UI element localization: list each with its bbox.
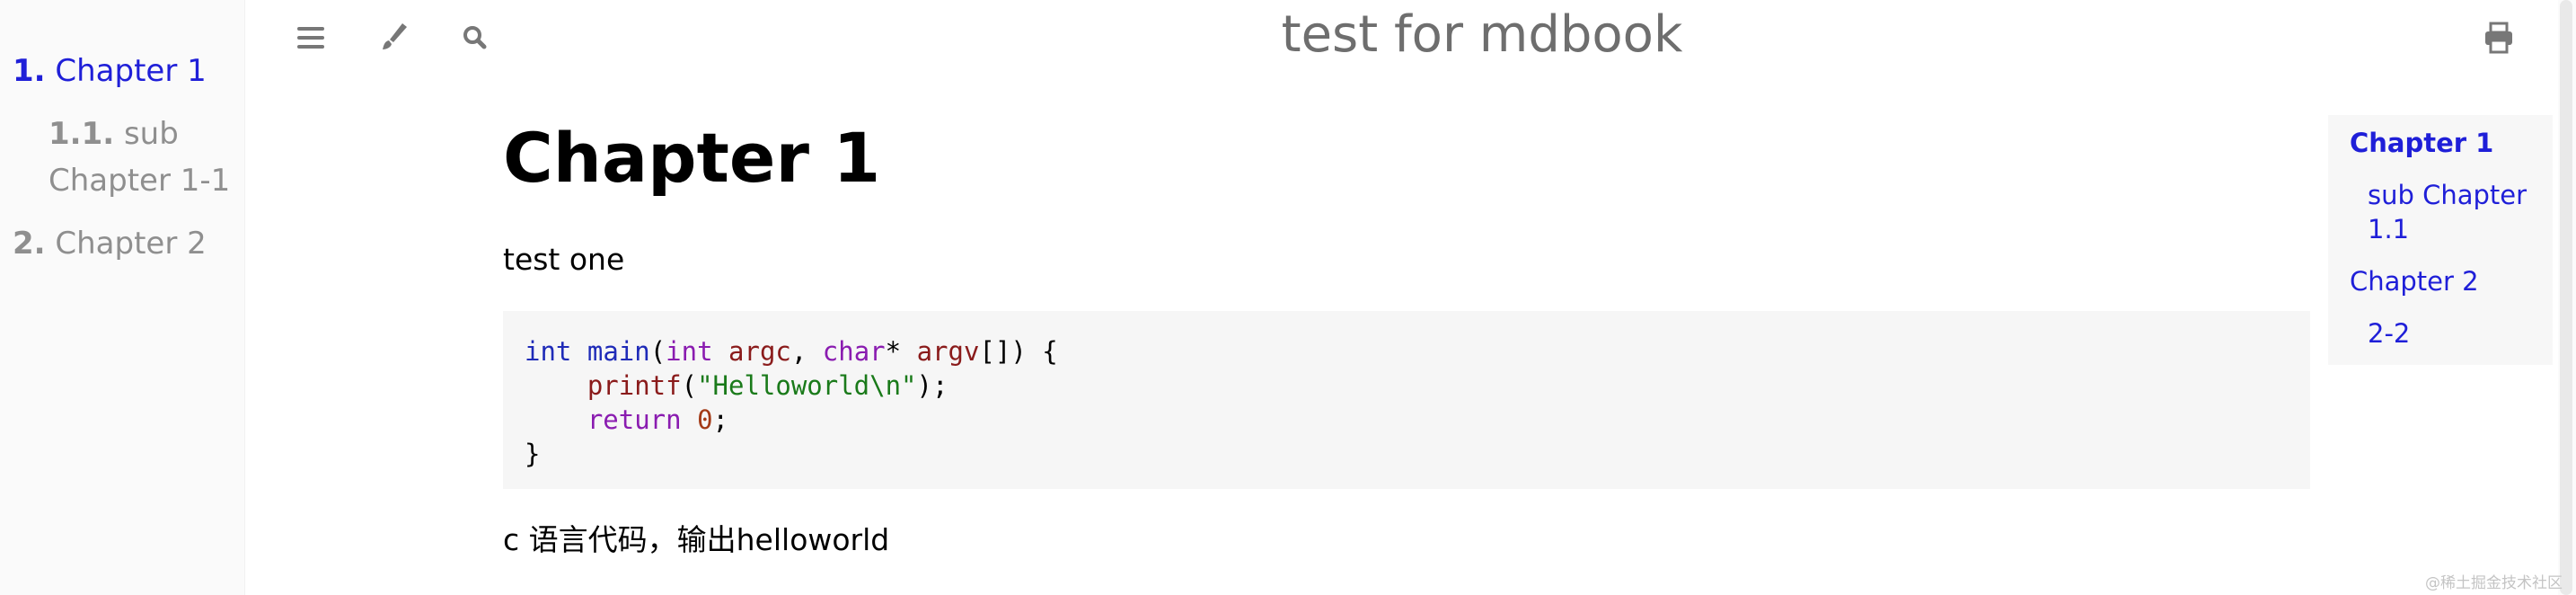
chapter-heading: Chapter 1 xyxy=(503,118,881,198)
sidebar-item-number: 1. xyxy=(13,53,46,89)
sidebar-item-label: Chapter 2 xyxy=(55,226,207,262)
mdbook-page: 1. Chapter 1 1.1. sub Chapter 1-1 2. Cha… xyxy=(0,0,2576,595)
paragraph: c 语言代码，输出helloworld xyxy=(503,522,890,557)
book-title: test for mdbook xyxy=(1281,5,1683,64)
bars-icon[interactable] xyxy=(289,16,332,59)
sidebar-item-sub-chapter-1-1-cont[interactable]: Chapter 1-1 xyxy=(49,158,230,203)
sidebar-item-label: sub xyxy=(123,116,179,152)
sidebar: 1. Chapter 1 1.1. sub Chapter 1-1 2. Cha… xyxy=(0,0,245,595)
print-icon[interactable] xyxy=(2477,16,2520,59)
paragraph: test one xyxy=(503,242,625,277)
toc-item-chapter-1[interactable]: Chapter 1 xyxy=(2350,126,2493,160)
toc-item-chapter-2[interactable]: Chapter 2 xyxy=(2350,264,2479,298)
paintbrush-icon[interactable] xyxy=(372,16,415,59)
search-icon[interactable] xyxy=(453,16,496,59)
sidebar-item-label-continued: Chapter 1-1 xyxy=(49,163,231,199)
toc-item-2-2[interactable]: 2-2 xyxy=(2368,316,2410,351)
sidebar-item-number: 1.1. xyxy=(49,116,115,152)
watermark: @稀土掘金技术社区 xyxy=(2425,574,2563,592)
page-toc: Chapter 1 sub Chapter 1.1 Chapter 2 2-2 xyxy=(2328,115,2553,365)
sidebar-item-chapter-2[interactable]: 2. Chapter 2 xyxy=(13,221,207,266)
toc-item-sub-chapter-1-1[interactable]: sub Chapter xyxy=(2368,178,2527,212)
scrollbar-thumb[interactable] xyxy=(2560,0,2572,595)
code-block: int main(int argc, char* argv[]) { print… xyxy=(503,311,2310,489)
sidebar-item-label: Chapter 1 xyxy=(55,53,207,89)
sidebar-item-number: 2. xyxy=(13,226,46,262)
code-content: int main(int argc, char* argv[]) { print… xyxy=(525,336,1058,469)
toc-item-sub-chapter-1-1-cont[interactable]: 1.1 xyxy=(2368,212,2409,246)
sidebar-item-sub-chapter-1-1[interactable]: 1.1. sub xyxy=(49,111,179,156)
sidebar-item-chapter-1[interactable]: 1. Chapter 1 xyxy=(13,49,207,93)
